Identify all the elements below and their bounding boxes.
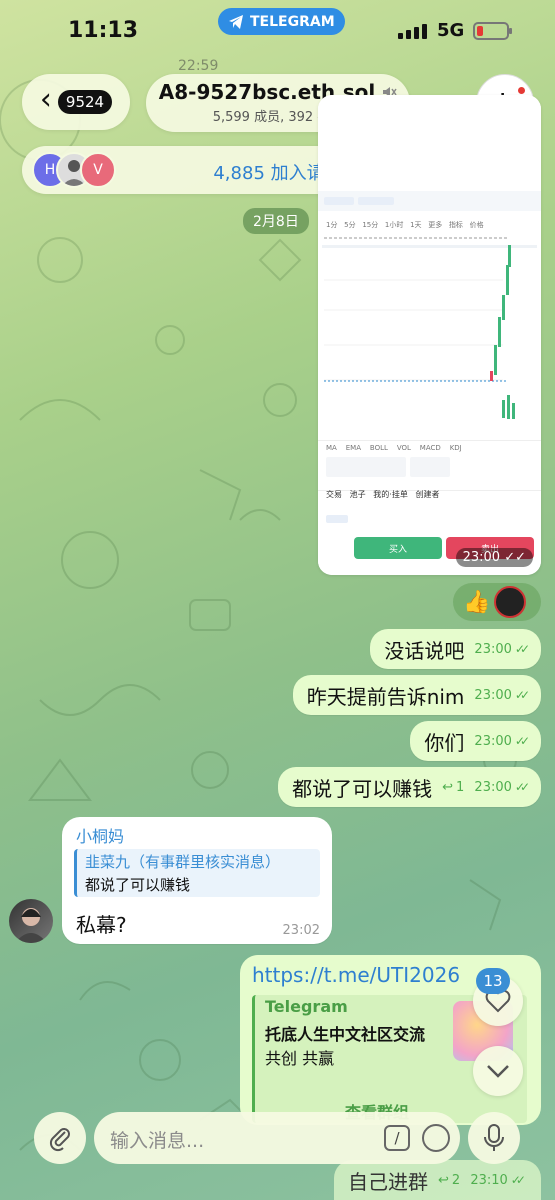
double-check-icon: ✓✓ (514, 734, 530, 748)
chevron-left-icon: ‹ (39, 82, 52, 117)
sticker-icon[interactable] (422, 1124, 450, 1152)
message-meta: ↩ 2 23:10 ✓✓ (438, 1172, 526, 1188)
outgoing-message[interactable]: 你们 23:00 ✓✓ (410, 721, 541, 761)
double-check-icon: ✓✓ (514, 688, 530, 702)
status-time: 11:13 (68, 18, 139, 43)
telegram-pill-label: TELEGRAM (250, 13, 335, 30)
double-check-icon: ✓✓ (510, 1173, 526, 1187)
indicator-tabs: MA EMA BOLL VOL MACD KDJ (326, 444, 462, 452)
message-meta: 23:00 ✓✓ (474, 687, 530, 703)
sender-name[interactable]: 小桐妈 (76, 823, 124, 847)
microphone-icon (484, 1124, 504, 1151)
quote-author: 韭菜九（有事群里核实消息） (85, 853, 281, 871)
double-check-icon: ✓✓ (514, 642, 530, 656)
reply-arrow-icon: ↩ (442, 779, 453, 795)
quote-text: 都说了可以赚钱 (85, 876, 191, 894)
chevron-down-icon (487, 1065, 509, 1078)
image-message[interactable]: 1分 5分 15分 1小时 1天 更多 指标 价格 MA EMA BOLL VO… (318, 95, 541, 575)
command-icon[interactable]: / (384, 1125, 410, 1151)
timeframe-tabs: 1分 5分 15分 1小时 1天 更多 指标 价格 (326, 221, 484, 229)
unread-count-badge: 9524 (57, 90, 113, 114)
message-text: 自己进群 (348, 1169, 428, 1194)
input-placeholder: 输入消息... (110, 1130, 205, 1152)
battery-icon (473, 22, 512, 40)
preview-site-name: Telegram (265, 997, 348, 1016)
faded-timestamp: 22:59 (178, 58, 219, 74)
outgoing-message[interactable]: 自己进群 ↩ 2 23:10 ✓✓ (334, 1160, 541, 1200)
message-meta: 23:00 ✓✓ (474, 733, 530, 749)
double-check-icon: ✓✓ (514, 780, 530, 794)
avatar-dot (518, 87, 525, 94)
reactions-count-badge: 13 (476, 968, 510, 994)
preview-title: 托底人生中文社区交流 (265, 1025, 426, 1044)
trade-tabs: 交易 池子 我的·挂单 创建者 (326, 490, 440, 499)
status-bar: 11:13 TELEGRAM 5G (0, 0, 555, 56)
message-text: 私幕? (76, 913, 127, 937)
reactions-bar[interactable]: 👍 (453, 583, 541, 621)
message-text: 没话说吧 (384, 638, 465, 663)
paperclip-icon (49, 1128, 70, 1152)
message-input[interactable]: 输入消息... / (94, 1112, 460, 1164)
reply-quote[interactable]: 韭菜九（有事群里核实消息） 都说了可以赚钱 (74, 849, 320, 897)
message-meta: ↩ 1 23:00 ✓✓ (442, 779, 530, 795)
image-timestamp: 23:00 ✓✓ (455, 548, 533, 567)
back-button[interactable]: ‹ 9524 (22, 74, 130, 130)
incoming-message[interactable]: 小桐妈 韭菜九（有事群里核实消息） 都说了可以赚钱 私幕? 23:02 (62, 817, 332, 944)
outgoing-message[interactable]: 都说了可以赚钱 ↩ 1 23:00 ✓✓ (278, 767, 541, 807)
message-text: 昨天提前告诉nim (306, 684, 465, 709)
outgoing-message[interactable]: 昨天提前告诉nim 23:00 ✓✓ (292, 675, 541, 715)
message-meta: 23:00 ✓✓ (474, 641, 530, 657)
outgoing-message[interactable]: 没话说吧 23:00 ✓✓ (370, 629, 541, 669)
telegram-pill[interactable]: TELEGRAM (218, 8, 345, 35)
date-chip: 2月8日 (243, 208, 309, 234)
message-text: 都说了可以赚钱 (292, 776, 433, 801)
buy-button: 买入 (354, 537, 442, 559)
attach-button[interactable] (34, 1112, 86, 1164)
reactor-avatar (494, 586, 527, 618)
scroll-down-button[interactable] (473, 1046, 523, 1096)
network-type: 5G (437, 20, 465, 41)
thumbs-up-icon: 👍 (463, 589, 491, 615)
trading-screenshot (318, 95, 541, 575)
sender-avatar[interactable] (9, 899, 53, 943)
microphone-button[interactable] (468, 1112, 520, 1164)
signal-icon (398, 24, 427, 39)
message-text: 你们 (424, 730, 465, 755)
message-time: 23:02 (282, 923, 320, 938)
telegram-icon (229, 14, 243, 29)
reply-arrow-icon: ↩ (438, 1172, 449, 1188)
message-link[interactable]: https://t.me/UTI2026 (252, 963, 460, 987)
preview-description: 共创 共赢 (265, 1049, 335, 1068)
